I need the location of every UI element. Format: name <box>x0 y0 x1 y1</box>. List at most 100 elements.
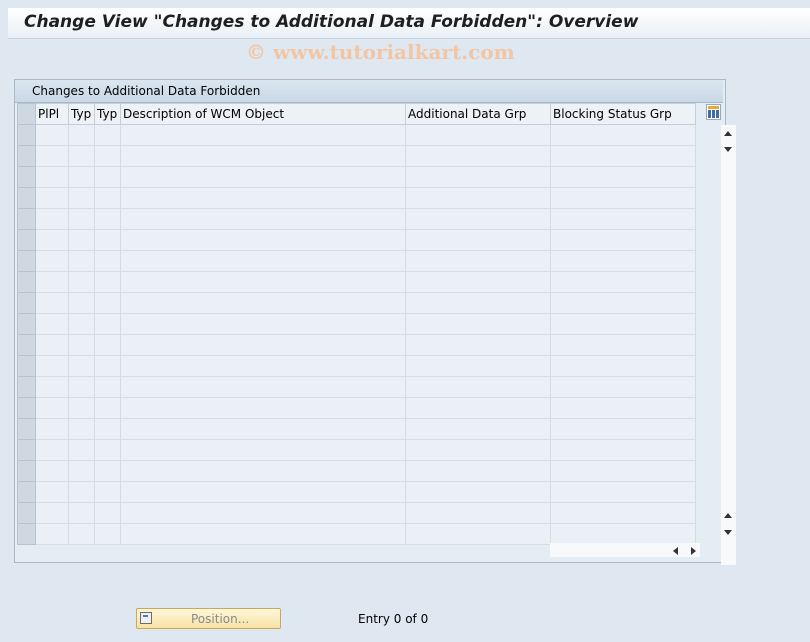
table-cell[interactable] <box>405 481 551 503</box>
table-cell[interactable] <box>68 376 95 398</box>
table-cell[interactable] <box>550 313 696 335</box>
table-cell[interactable] <box>35 250 69 272</box>
table-cell[interactable] <box>550 187 696 209</box>
table-cell[interactable] <box>550 502 696 524</box>
table-row[interactable] <box>17 418 696 440</box>
table-cell[interactable] <box>550 124 696 146</box>
table-row[interactable] <box>17 376 696 398</box>
scroll-right-icon[interactable] <box>691 547 696 555</box>
table-row[interactable] <box>17 124 696 146</box>
table-row[interactable] <box>17 460 696 482</box>
table-cell[interactable] <box>405 208 551 230</box>
table-cell[interactable] <box>94 376 121 398</box>
table-cell[interactable] <box>68 460 95 482</box>
table-row[interactable] <box>17 145 696 167</box>
table-cell[interactable] <box>405 334 551 356</box>
table-cell[interactable] <box>35 313 69 335</box>
table-row[interactable] <box>17 523 696 545</box>
scroll-up-icon[interactable] <box>724 131 732 136</box>
table-cell[interactable] <box>550 334 696 356</box>
column-header[interactable]: Blocking Status Grp <box>550 103 696 125</box>
table-cell[interactable] <box>550 355 696 377</box>
table-cell[interactable] <box>120 166 406 188</box>
table-cell[interactable] <box>35 187 69 209</box>
table-cell[interactable] <box>94 418 121 440</box>
table-row[interactable] <box>17 187 696 209</box>
table-cell[interactable] <box>120 460 406 482</box>
table-row[interactable] <box>17 229 696 251</box>
table-cell[interactable] <box>550 418 696 440</box>
table-row[interactable] <box>17 208 696 230</box>
row-selector[interactable] <box>17 481 36 503</box>
table-cell[interactable] <box>35 229 69 251</box>
row-selector[interactable] <box>17 334 36 356</box>
table-cell[interactable] <box>94 166 121 188</box>
table-cell[interactable] <box>550 250 696 272</box>
table-cell[interactable] <box>405 355 551 377</box>
table-cell[interactable] <box>94 523 121 545</box>
row-selector[interactable] <box>17 313 36 335</box>
table-cell[interactable] <box>94 187 121 209</box>
table-cell[interactable] <box>550 397 696 419</box>
table-cell[interactable] <box>35 292 69 314</box>
table-cell[interactable] <box>120 481 406 503</box>
table-cell[interactable] <box>405 313 551 335</box>
table-cell[interactable] <box>550 292 696 314</box>
table-cell[interactable] <box>94 271 121 293</box>
table-cell[interactable] <box>68 355 95 377</box>
table-cell[interactable] <box>550 376 696 398</box>
table-cell[interactable] <box>405 460 551 482</box>
table-cell[interactable] <box>35 355 69 377</box>
table-cell[interactable] <box>405 397 551 419</box>
table-cell[interactable] <box>550 523 696 545</box>
row-selector[interactable] <box>17 187 36 209</box>
row-selector[interactable] <box>17 292 36 314</box>
row-selector[interactable] <box>17 397 36 419</box>
table-cell[interactable] <box>120 292 406 314</box>
scroll-down-icon[interactable] <box>724 530 732 535</box>
table-cell[interactable] <box>405 502 551 524</box>
table-cell[interactable] <box>550 229 696 251</box>
table-cell[interactable] <box>120 208 406 230</box>
table-cell[interactable] <box>405 124 551 146</box>
table-cell[interactable] <box>120 376 406 398</box>
table-cell[interactable] <box>120 187 406 209</box>
row-selector[interactable] <box>17 271 36 293</box>
table-row[interactable] <box>17 334 696 356</box>
table-cell[interactable] <box>68 250 95 272</box>
table-row[interactable] <box>17 502 696 524</box>
table-cell[interactable] <box>68 208 95 230</box>
table-cell[interactable] <box>94 439 121 461</box>
table-cell[interactable] <box>35 166 69 188</box>
table-cell[interactable] <box>405 271 551 293</box>
table-row[interactable] <box>17 166 696 188</box>
table-cell[interactable] <box>405 145 551 167</box>
row-selector[interactable] <box>17 166 36 188</box>
table-cell[interactable] <box>405 523 551 545</box>
table-cell[interactable] <box>405 376 551 398</box>
table-cell[interactable] <box>35 460 69 482</box>
table-cell[interactable] <box>94 313 121 335</box>
table-cell[interactable] <box>68 502 95 524</box>
scroll-up-icon[interactable] <box>724 513 732 518</box>
table-row[interactable] <box>17 250 696 272</box>
table-cell[interactable] <box>68 439 95 461</box>
table-cell[interactable] <box>94 502 121 524</box>
table-cell[interactable] <box>550 439 696 461</box>
table-cell[interactable] <box>405 166 551 188</box>
table-cell[interactable] <box>68 334 95 356</box>
table-cell[interactable] <box>405 418 551 440</box>
column-header[interactable]: PlPl <box>35 103 69 125</box>
row-selector[interactable] <box>17 208 36 230</box>
row-selector[interactable] <box>17 460 36 482</box>
table-cell[interactable] <box>68 271 95 293</box>
table-cell[interactable] <box>94 481 121 503</box>
table-cell[interactable] <box>35 418 69 440</box>
table-row[interactable] <box>17 292 696 314</box>
table-cell[interactable] <box>35 376 69 398</box>
table-cell[interactable] <box>120 124 406 146</box>
table-cell[interactable] <box>120 229 406 251</box>
table-cell[interactable] <box>120 502 406 524</box>
scroll-left-icon[interactable] <box>673 547 678 555</box>
table-cell[interactable] <box>35 124 69 146</box>
